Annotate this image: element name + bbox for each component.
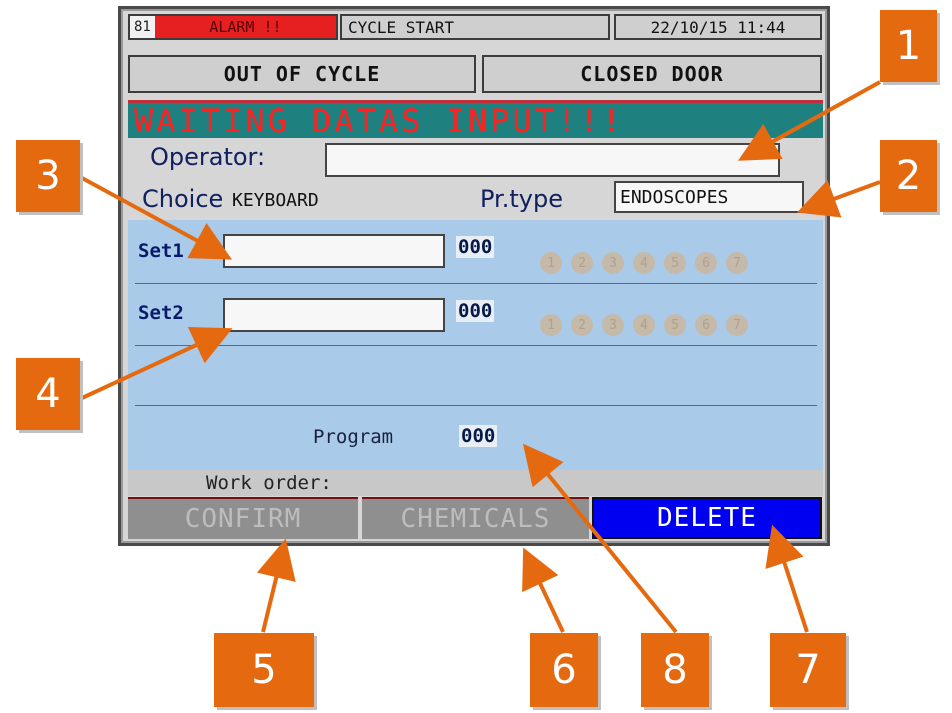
callout-7-arrow: [765, 524, 809, 633]
callout-4: 4: [16, 358, 80, 430]
callout-1: 1: [880, 10, 937, 82]
callout-8: 8: [641, 633, 709, 707]
callout-3: 3: [16, 140, 80, 212]
callout-arrows: [81, 80, 881, 634]
callout-6: 6: [530, 633, 598, 707]
callout-6-arrow: [522, 547, 565, 633]
callout-5-arrow: [256, 538, 296, 633]
callout-8-arrow: [522, 443, 678, 634]
callout-2-arrow: [796, 179, 881, 218]
callout-5: 5: [214, 633, 314, 707]
callout-7: 7: [770, 633, 846, 707]
callout-2: 2: [880, 140, 937, 212]
callout-4-arrow: [81, 326, 233, 400]
callout-1-arrow: [738, 80, 881, 161]
callout-3-arrow: [81, 176, 233, 260]
